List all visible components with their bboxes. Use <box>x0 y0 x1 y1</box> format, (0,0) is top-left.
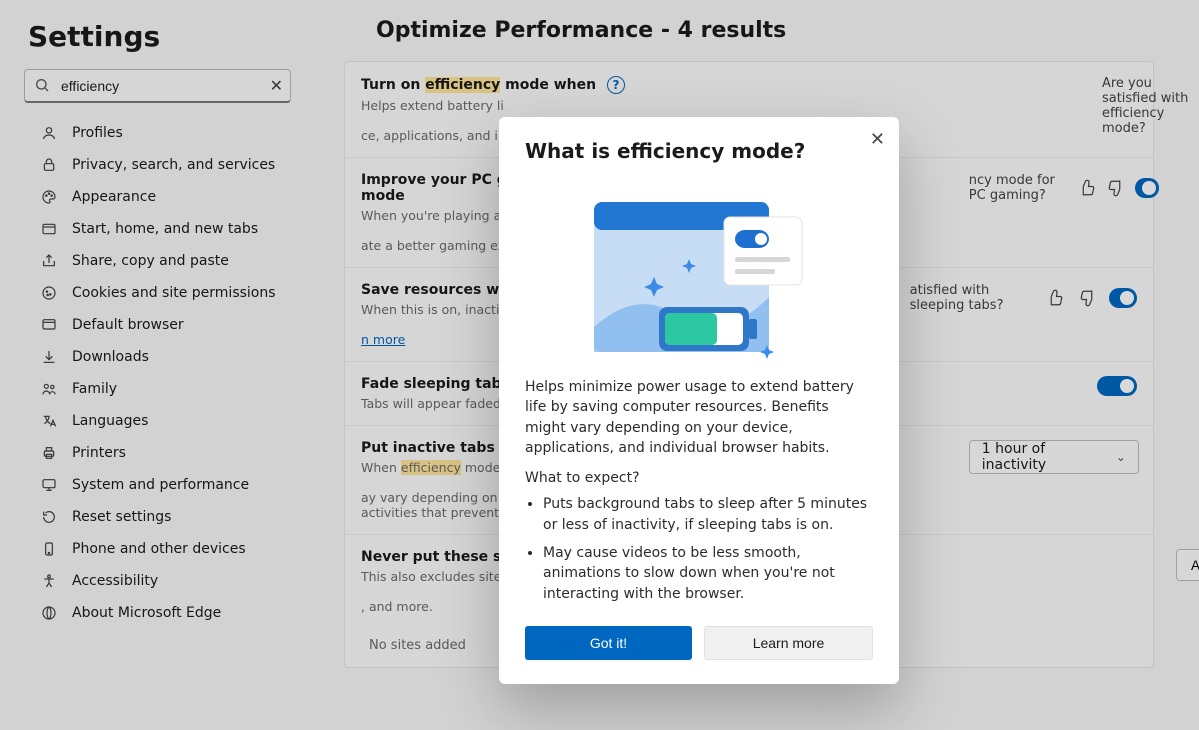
learn-more-button[interactable]: Learn more <box>704 626 873 660</box>
got-it-button[interactable]: Got it! <box>525 626 692 660</box>
dialog-body: Helps minimize power usage to extend bat… <box>525 377 873 604</box>
dialog-title: What is efficiency mode? <box>525 139 873 163</box>
close-icon[interactable]: ✕ <box>870 129 885 150</box>
dialog-illustration <box>525 177 873 377</box>
efficiency-info-dialog: ✕ What is efficiency mode? <box>499 117 899 684</box>
